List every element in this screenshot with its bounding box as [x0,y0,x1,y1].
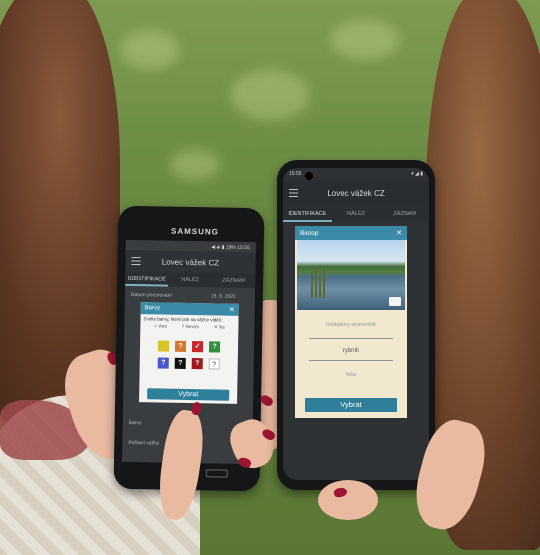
row-date-value[interactable]: 15. 9. 2021 [211,293,236,299]
app-title: Lovec vážek CZ [161,257,220,268]
legend-yes: ✓ Ano [153,323,167,329]
dialog-title: Barvy [144,305,161,312]
select-button[interactable]: Vybrat [147,388,230,401]
status-icons: ◀ ◈ ▮ 19% 15:55 [211,244,250,252]
bokeh-spot [120,30,180,70]
dialog-header: Biotop ✕ [295,226,407,240]
field-placeholder: Indikátory stanoviště [325,322,377,328]
tab-nalez[interactable]: NÁLEZ [332,206,381,222]
tab-nalez[interactable]: NÁLEZ [168,273,212,288]
select-button[interactable]: Vybrat [305,398,397,412]
row-colors-label[interactable]: Barvy [129,420,142,426]
right-hand-front [318,480,378,520]
right-screen: 15:55 ▾ ◢ ▮ Lovec vážek CZ IDENTIFIKACE … [283,168,429,480]
reed [319,276,321,298]
bokeh-spot [230,70,310,120]
legend: ✓ Ano ? Nevím ✕ Ne [140,323,238,331]
bokeh-spot [330,20,400,60]
field-divider [309,338,393,339]
tab-identifikace[interactable]: IDENTIFIKACE [283,206,332,222]
color-swatch[interactable] [157,340,170,352]
reed [311,272,313,298]
legend-no: ✕ Ne [213,324,225,330]
close-icon[interactable]: ✕ [396,229,402,237]
phone-brand: SAMSUNG [170,226,220,237]
biotop-dialog: Biotop ✕ Indikátory stanoviště rybník ře… [295,226,407,418]
status-icons: ▾ ◢ ▮ [411,171,423,177]
color-swatch[interactable]: ? [157,357,169,369]
color-swatch[interactable]: ? [191,358,203,370]
colors-dialog: Barvy ✕ Zvolte barvy, které jste na vážc… [139,302,239,404]
next-option[interactable]: řeka [299,372,403,378]
color-swatch[interactable]: ? [174,340,187,352]
app-title: Lovec vážek CZ [327,188,385,198]
menu-icon[interactable] [289,189,298,197]
color-swatch[interactable]: ? [174,357,186,369]
camera-hole-icon [305,172,313,180]
row-sex-label[interactable]: Pohlaví vážky [128,440,159,447]
biotope-photo[interactable] [297,240,405,310]
close-icon[interactable]: ✕ [229,306,235,314]
selected-value[interactable]: rybník [299,348,403,354]
legend-unknown: ? Nevím [181,323,200,330]
bokeh-spot [170,150,220,180]
app-bar: Lovec vážek CZ [283,180,429,206]
field-divider [309,360,393,361]
dialog-title: Biotop [300,229,319,237]
reed [315,266,317,298]
row-date-label: Datum pozorování [130,291,172,299]
tab-bar: IDENTIFIKACE NÁLEZ ZÁZNAM [283,206,429,222]
photo-background: SAMSUNG ◀ ◈ ▮ 19% 15:55 Lovec vážek CZ I… [0,0,540,555]
color-swatch[interactable]: ✓ [191,341,204,353]
tab-bar: IDENTIFIKACE NÁLEZ ZÁZNAM [125,271,256,289]
image-icon[interactable] [389,297,401,306]
tab-zaznam[interactable]: ZÁZNAM [380,206,429,222]
reed [323,270,325,298]
tab-zaznam[interactable]: ZÁZNAM [212,273,256,288]
color-swatch[interactable]: ? [208,341,221,353]
status-time: 15:55 [289,171,302,177]
color-swatch[interactable]: ? [208,358,220,370]
menu-icon[interactable] [131,256,141,266]
app-bar: Lovec vážek CZ [125,249,256,275]
back-key-icon[interactable] [205,469,228,478]
right-phone: 15:55 ▾ ◢ ▮ Lovec vážek CZ IDENTIFIKACE … [277,160,435,490]
tab-identifikace[interactable]: IDENTIFIKACE [125,271,169,287]
